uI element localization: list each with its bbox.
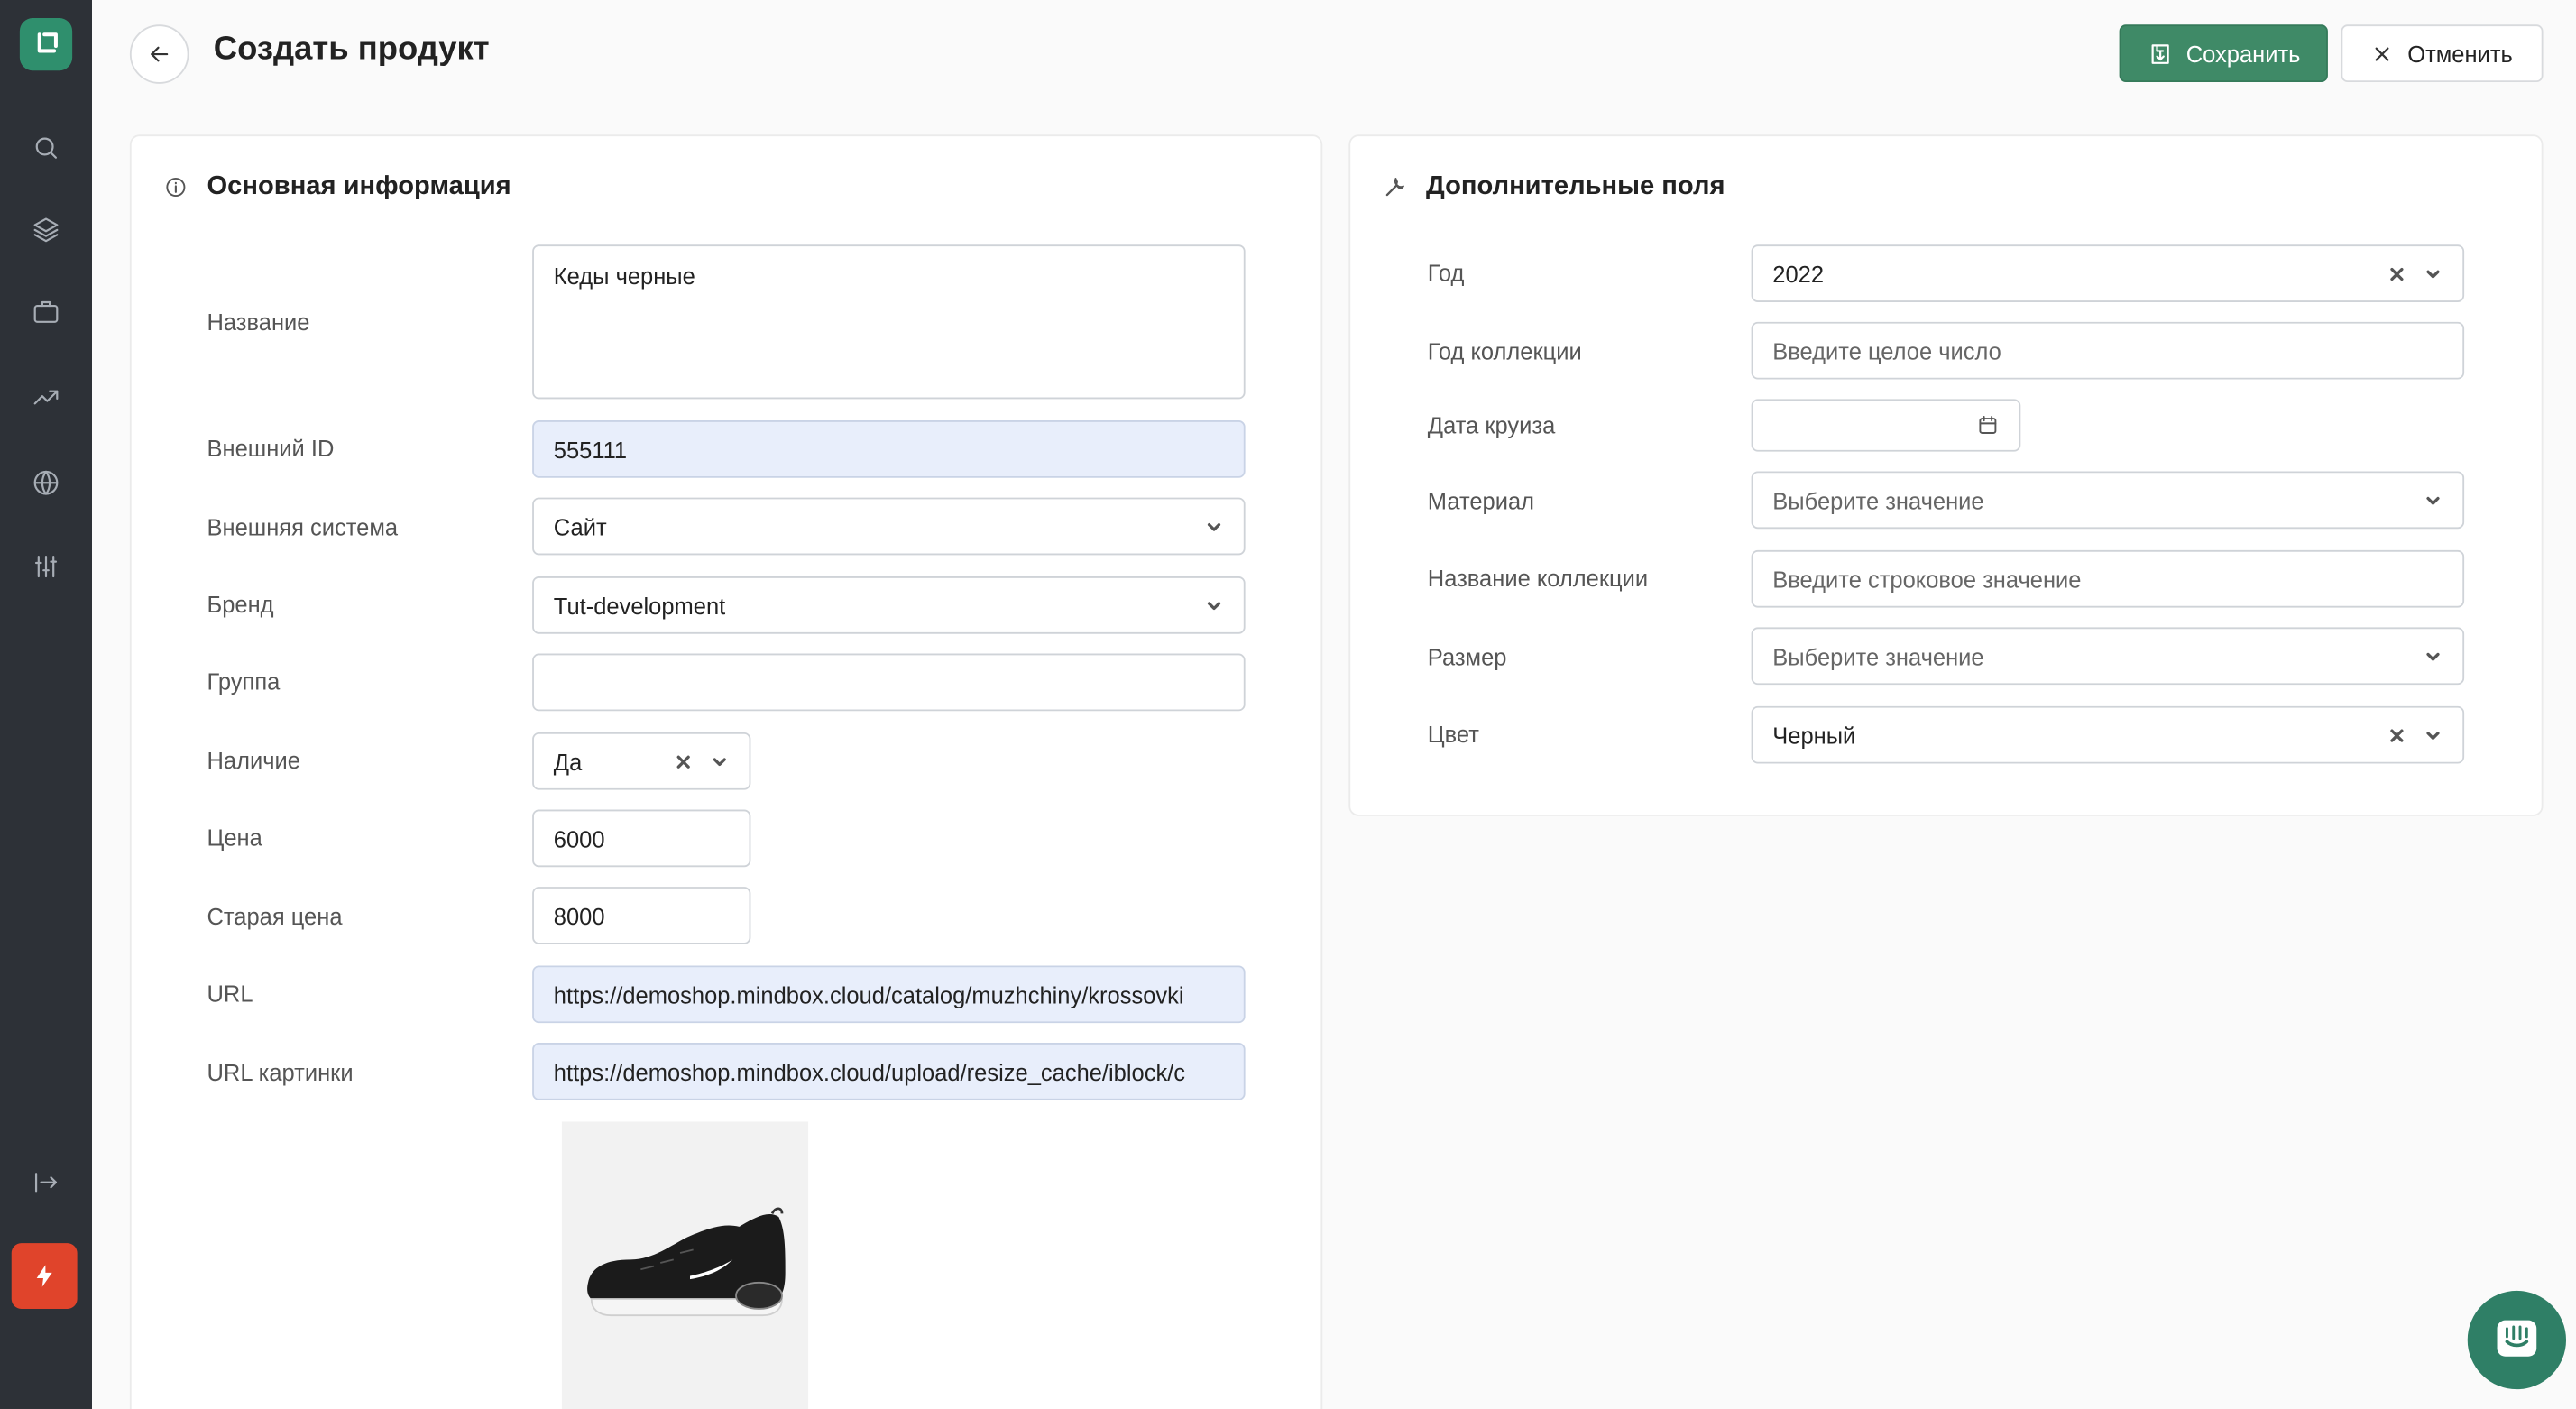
external-system-select[interactable]: Сайт xyxy=(532,497,1246,556)
chat-widget-button[interactable] xyxy=(2467,1290,2567,1390)
old-price-label: Старая цена xyxy=(207,903,343,930)
availability-label: Наличие xyxy=(207,747,300,774)
availability-select[interactable]: Да xyxy=(532,732,751,790)
name-value: Кеды черные xyxy=(553,262,695,290)
size-placeholder: Выберите значение xyxy=(1772,642,1984,669)
briefcase-icon[interactable] xyxy=(26,292,66,332)
group-input[interactable] xyxy=(532,653,1246,712)
layers-icon[interactable] xyxy=(26,210,66,250)
old-price-input[interactable]: 8000 xyxy=(532,887,751,944)
arrow-left-icon xyxy=(151,46,169,62)
search-icon[interactable] xyxy=(26,128,66,168)
chevron-down-icon xyxy=(1204,595,1224,615)
size-select[interactable]: Выберите значение xyxy=(1751,627,2465,686)
color-label: Цвет xyxy=(1427,721,1479,748)
availability-value: Да xyxy=(553,748,583,775)
chevron-down-icon xyxy=(2424,646,2443,666)
clear-icon[interactable] xyxy=(2387,725,2406,745)
clear-icon[interactable] xyxy=(2387,263,2406,283)
brand-value: Tut-development xyxy=(553,592,726,619)
group-label: Группа xyxy=(207,668,281,695)
cancel-button-label: Отменить xyxy=(2407,40,2513,67)
external-system-value: Сайт xyxy=(553,512,607,540)
lightning-icon xyxy=(36,1265,52,1287)
color-select[interactable]: Черный xyxy=(1751,705,2465,764)
logo-icon xyxy=(37,32,58,53)
material-placeholder: Выберите значение xyxy=(1772,486,1984,513)
extra-fields-title-row: Дополнительные поля xyxy=(1384,172,1725,202)
app-root: Создать продукт Сохранить Отменить Основ… xyxy=(0,0,2576,1409)
trending-up-icon[interactable] xyxy=(26,378,66,418)
image-url-label: URL картинки xyxy=(207,1059,354,1086)
cruise-date-label: Дата круиза xyxy=(1427,411,1556,439)
globe-icon[interactable] xyxy=(26,463,66,502)
app-logo[interactable] xyxy=(19,18,73,71)
save-button[interactable]: Сохранить xyxy=(2119,24,2328,83)
old-price-value: 8000 xyxy=(553,902,605,929)
year-value: 2022 xyxy=(1772,260,1825,287)
external-id-input[interactable]: 555111 xyxy=(532,420,1246,478)
year-label: Год xyxy=(1427,259,1465,286)
chevron-down-icon xyxy=(1204,517,1224,537)
external-id-value: 555111 xyxy=(553,436,628,463)
cruise-date-picker[interactable] xyxy=(1751,399,2021,452)
brand-select[interactable]: Tut-development xyxy=(532,576,1246,634)
collection-year-placeholder: Введите целое число xyxy=(1772,337,2001,364)
extra-fields-title: Дополнительные поля xyxy=(1425,172,1725,201)
url-value: https://demoshop.mindbox.cloud/catalog/m… xyxy=(553,981,1184,1008)
main-info-title: Основная информация xyxy=(207,172,511,201)
size-label: Размер xyxy=(1427,643,1507,670)
external-id-label: Внешний ID xyxy=(207,435,335,462)
close-icon xyxy=(2374,46,2388,60)
year-select[interactable]: 2022 xyxy=(1751,244,2465,302)
page-title: Создать продукт xyxy=(213,31,490,68)
chevron-down-icon xyxy=(2424,490,2443,510)
image-url-input[interactable]: https://demoshop.mindbox.cloud/upload/re… xyxy=(532,1043,1246,1100)
collection-name-input[interactable]: Введите строковое значение xyxy=(1751,549,2465,608)
name-label: Название xyxy=(207,309,310,336)
collection-name-label: Название коллекции xyxy=(1427,565,1649,592)
collection-year-label: Год коллекции xyxy=(1427,338,1582,365)
back-button[interactable] xyxy=(129,24,189,84)
name-textarea[interactable]: Кеды черные xyxy=(532,244,1246,400)
material-select[interactable]: Выберите значение xyxy=(1751,471,2465,530)
url-input[interactable]: https://demoshop.mindbox.cloud/catalog/m… xyxy=(532,965,1246,1024)
clear-icon[interactable] xyxy=(674,751,694,771)
price-label: Цена xyxy=(207,824,262,852)
image-url-value: https://demoshop.mindbox.cloud/upload/re… xyxy=(553,1058,1186,1085)
cancel-button[interactable]: Отменить xyxy=(2341,24,2544,83)
material-label: Материал xyxy=(1427,487,1535,514)
save-button-label: Сохранить xyxy=(2185,40,2301,67)
sneaker-image xyxy=(587,1206,786,1316)
external-system-label: Внешняя система xyxy=(207,513,399,540)
price-value: 6000 xyxy=(553,824,605,852)
calendar-icon[interactable] xyxy=(1976,414,1999,437)
brand-label: Бренд xyxy=(207,591,274,618)
collapse-sidebar-icon[interactable] xyxy=(26,1163,66,1202)
chat-icon xyxy=(2497,1320,2537,1357)
wrench-icon xyxy=(1385,178,1404,197)
price-input[interactable]: 6000 xyxy=(532,809,751,868)
collection-year-input[interactable]: Введите целое число xyxy=(1751,321,2465,380)
sidebar xyxy=(0,0,92,1409)
info-icon xyxy=(166,178,186,198)
sliders-icon[interactable] xyxy=(26,547,66,586)
save-icon xyxy=(2151,43,2169,63)
chevron-down-icon xyxy=(2424,725,2443,745)
product-image-preview xyxy=(561,1121,809,1409)
quick-action-button[interactable] xyxy=(11,1243,78,1309)
url-label: URL xyxy=(207,980,253,1007)
chevron-down-icon xyxy=(710,751,730,771)
main-info-title-row: Основная информация xyxy=(164,172,511,202)
color-value: Черный xyxy=(1772,722,1856,749)
collection-name-placeholder: Введите строковое значение xyxy=(1772,566,2082,593)
chevron-down-icon xyxy=(2424,263,2443,283)
